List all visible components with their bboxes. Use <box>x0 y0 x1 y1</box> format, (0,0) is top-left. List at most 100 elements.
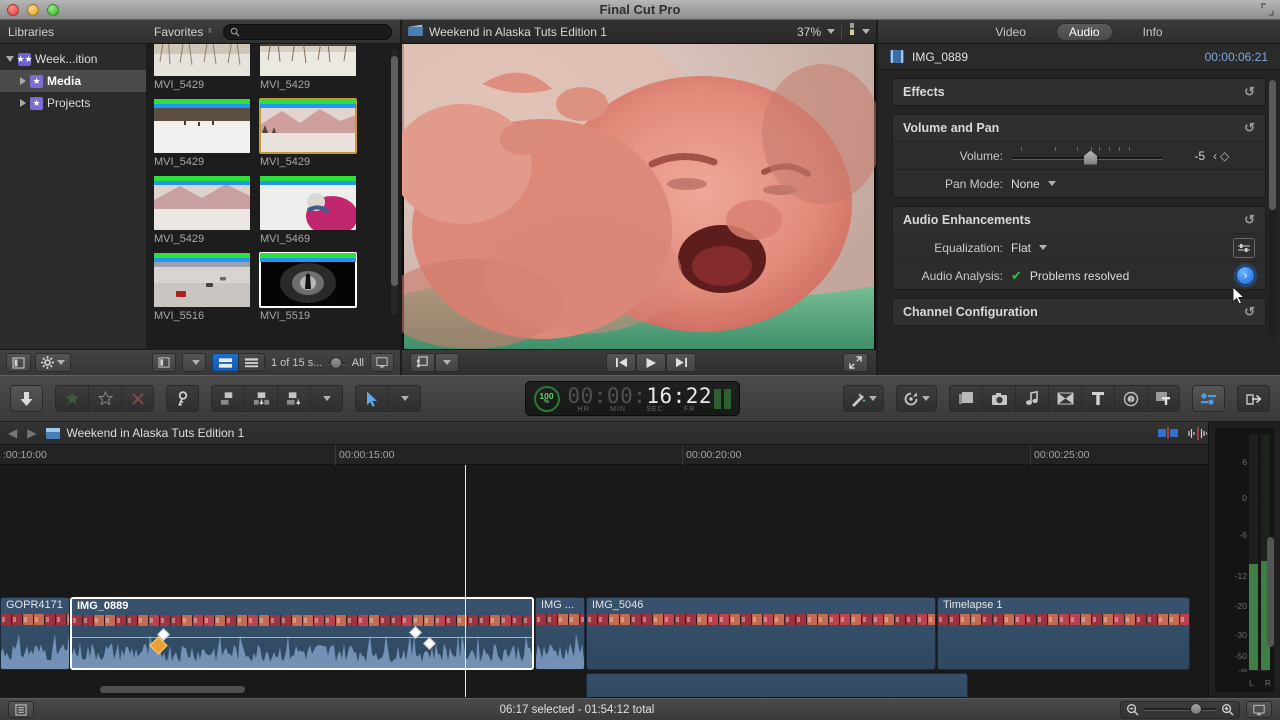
clip-appearance-button[interactable] <box>370 353 394 372</box>
list-view-button[interactable] <box>238 353 265 372</box>
music-button[interactable] <box>1015 385 1048 412</box>
clip-thumbnail[interactable] <box>259 98 357 154</box>
timeline-canvas[interactable]: GOPR4171 IMG_0889 IMG ... IMG_5046 Timelapse… <box>0 465 1280 697</box>
timeline-index-button[interactable] <box>8 701 34 718</box>
fullscreen-viewer-button[interactable] <box>843 353 868 372</box>
thumbnail-size-slider[interactable] <box>328 356 346 370</box>
browser-clip-item[interactable]: MVI_5429 <box>154 99 250 168</box>
timeline-horizontal-scrollbar[interactable] <box>100 686 245 693</box>
tab-info[interactable]: Info <box>1131 24 1175 40</box>
timeline-clip[interactable]: Timelapse 1 <box>937 597 1190 670</box>
clip-thumbnail[interactable] <box>154 176 250 230</box>
browser-clip-item[interactable]: MVI_5516 <box>154 253 250 322</box>
browser-scrollbar[interactable] <box>391 50 398 315</box>
show-details-button[interactable]: › <box>1236 266 1255 285</box>
search-input[interactable] <box>244 25 385 38</box>
browser-clip-item[interactable]: MVI_5429 <box>260 44 356 91</box>
browser-clip-grid[interactable]: MVI_5429 MVI_5429 MVI_5429 MVI_5429 MVI_5429… <box>146 44 400 351</box>
playhead[interactable] <box>465 465 466 697</box>
timeline-clip-appearance-button[interactable] <box>1246 701 1272 718</box>
skimming-toggle-button[interactable] <box>1154 424 1182 443</box>
import-media-button[interactable] <box>10 385 43 412</box>
transform-button[interactable] <box>410 353 435 372</box>
viewer-display-options-button[interactable] <box>848 22 856 41</box>
timeline-clip[interactable] <box>586 673 968 697</box>
reject-button[interactable] <box>121 385 154 412</box>
timeline-ruler[interactable]: :00:10:00 00:00:15:00 00:00:20:00 00:00:25:… <box>0 445 1280 465</box>
tool-menu-button[interactable] <box>388 385 421 412</box>
go-to-start-button[interactable] <box>606 353 636 372</box>
reset-arrow-icon[interactable]: ↺ <box>1244 120 1255 136</box>
timeline-clip[interactable]: IMG ... <box>535 597 585 670</box>
filter-popup[interactable]: Favorites ⇳ <box>154 25 213 39</box>
volume-slider[interactable] <box>1011 146 1163 165</box>
inspector-scrollbar[interactable] <box>1269 80 1276 340</box>
photos-audio-button[interactable] <box>982 385 1015 412</box>
keyframe-diamond-icon[interactable]: ◇ <box>1220 149 1229 163</box>
library-settings-button[interactable] <box>35 353 71 372</box>
browser-clip-item[interactable]: MVI_5429 <box>259 98 357 168</box>
clip-thumbnail[interactable] <box>260 176 356 230</box>
transitions-button[interactable] <box>1048 385 1081 412</box>
edit-menu-button[interactable] <box>310 385 343 412</box>
titles-button[interactable] <box>1081 385 1114 412</box>
timeline-history-forward-button[interactable]: ▶ <box>27 426 36 440</box>
filmstrip-view-button[interactable] <box>212 353 238 372</box>
clip-thumbnail[interactable] <box>154 44 250 76</box>
equalizer-editor-button[interactable] <box>1233 237 1255 258</box>
section-volume-header[interactable]: Volume and Pan ↺ <box>893 115 1265 141</box>
disclosure-triangle-icon[interactable] <box>20 99 26 107</box>
volume-value[interactable]: -5 <box>1171 149 1205 163</box>
zoom-out-icon[interactable] <box>1126 703 1139 716</box>
keyword-button[interactable] <box>166 385 199 412</box>
browser-clip-item[interactable]: MVI_5519 <box>259 252 357 322</box>
clip-thumbnail[interactable] <box>154 253 250 307</box>
reset-arrow-icon[interactable]: ↺ <box>1244 84 1255 100</box>
timeline-vertical-scrollbar[interactable] <box>1267 537 1274 647</box>
timecode-display[interactable]: 100 % 00:00:16:22 HR MIN SEC FR <box>524 381 740 416</box>
unrate-button[interactable] <box>88 385 121 412</box>
viewer-zoom-level[interactable]: 37% <box>797 25 821 39</box>
browser-clip-item[interactable]: MVI_5429 <box>154 44 250 91</box>
sidebar-toggle-button[interactable] <box>6 353 31 372</box>
reset-arrow-icon[interactable]: ↺ <box>1244 304 1255 320</box>
connect-button[interactable] <box>211 385 244 412</box>
chevron-down-icon[interactable] <box>862 29 870 34</box>
timeline-zoom-slider[interactable] <box>1120 700 1240 719</box>
browser-settings-button[interactable] <box>182 353 206 372</box>
sidebar-item-projects[interactable]: ★ Projects <box>0 92 146 114</box>
timeline-clip[interactable]: IMG_5046 <box>586 597 936 670</box>
search-field[interactable] <box>223 23 392 40</box>
browser-clip-item[interactable]: MVI_5429 <box>154 176 250 245</box>
transform-menu-button[interactable] <box>435 353 459 372</box>
share-button[interactable] <box>1237 385 1270 412</box>
volume-keyframe-line[interactable] <box>72 637 532 638</box>
equalization-popup[interactable]: Flat <box>1011 241 1048 255</box>
viewer-image[interactable] <box>402 44 876 349</box>
insert-button[interactable] <box>244 385 277 412</box>
keyframe-prev-icon[interactable]: ‹ <box>1213 149 1217 163</box>
browser-sidebar-toggle-button[interactable] <box>152 353 176 372</box>
clip-thumbnail[interactable] <box>260 44 356 76</box>
section-channel-configuration-header[interactable]: Channel Configuration ↺ <box>893 299 1265 325</box>
effects-browser-button[interactable] <box>949 385 982 412</box>
clip-thumbnail[interactable] <box>259 252 357 308</box>
effects-toggle-button[interactable] <box>1192 385 1225 412</box>
volume-keyframe-controls[interactable]: ‹ ◇ <box>1213 149 1229 163</box>
chevron-down-icon[interactable] <box>827 29 835 34</box>
fullscreen-icon[interactable] <box>1261 3 1274 16</box>
favorite-button[interactable] <box>55 385 88 412</box>
sidebar-item-media[interactable]: ★ Media <box>0 70 146 92</box>
tab-video[interactable]: Video <box>983 24 1037 40</box>
append-button[interactable] <box>277 385 310 412</box>
browser-clip-item[interactable]: MVI_5469 <box>260 176 356 245</box>
disclosure-triangle-icon[interactable] <box>20 77 26 85</box>
enhancements-button[interactable] <box>843 385 884 412</box>
timeline-clip[interactable]: GOPR4171 <box>0 597 70 670</box>
retime-button[interactable] <box>896 385 937 412</box>
pan-mode-popup[interactable]: None <box>1011 177 1056 191</box>
reset-arrow-icon[interactable]: ↺ <box>1244 212 1255 228</box>
timeline-history-back-button[interactable]: ◀ <box>8 426 17 440</box>
themes-button[interactable] <box>1147 385 1180 412</box>
generators-button[interactable]: 2 <box>1114 385 1147 412</box>
